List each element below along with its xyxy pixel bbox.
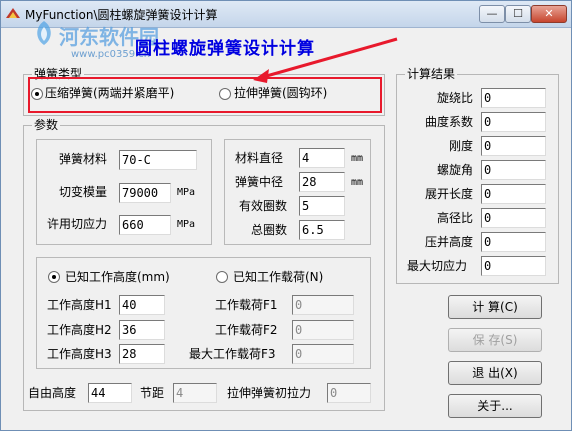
minimize-button[interactable]: — [479, 5, 505, 23]
active-coils-label: 有效圈数 [239, 199, 288, 213]
h3-input[interactable]: 28 [119, 344, 165, 364]
minimize-icon: — [486, 7, 498, 20]
result-value-length[interactable]: 0 [481, 184, 546, 204]
f3-label: 最大工作载荷F3 [189, 347, 276, 361]
wire-dia-label: 材料直径 [235, 151, 284, 165]
result-value-stiffness[interactable]: 0 [481, 136, 546, 156]
allow-stress-unit: MPa [177, 219, 196, 230]
h1-label: 工作高度H1 [47, 298, 112, 312]
f1-input[interactable]: 0 [292, 295, 354, 315]
main-window: MyFunction\圆柱螺旋弹簧设计计算 — ☐ ✕ 河东软件园 www.pc… [0, 0, 572, 431]
active-coils-input[interactable]: 5 [299, 196, 345, 216]
allow-stress-label: 许用切应力 [47, 217, 108, 231]
app-icon [6, 8, 20, 18]
params-legend: 参数 [32, 118, 61, 132]
allow-stress-input[interactable]: 660 [119, 215, 171, 235]
result-value-solid-height[interactable]: 0 [481, 232, 546, 252]
f3-input[interactable]: 0 [292, 344, 354, 364]
result-label-stiffness: 刚度 [449, 139, 474, 153]
result-value-spring-index[interactable]: 0 [481, 88, 546, 108]
h2-input[interactable]: 36 [119, 320, 165, 340]
pitch-input[interactable]: 4 [173, 383, 217, 403]
result-label-curvature: 曲度系数 [425, 115, 474, 129]
f2-label: 工作载荷F2 [215, 323, 278, 337]
shear-modulus-unit: MPa [177, 187, 196, 198]
free-height-input[interactable]: 44 [88, 383, 132, 403]
material-label: 弹簧材料 [59, 152, 108, 166]
mean-dia-unit: mm [351, 177, 364, 188]
maximize-button[interactable]: ☐ [505, 5, 531, 23]
result-value-slenderness[interactable]: 0 [481, 208, 546, 228]
mean-dia-label: 弹簧中径 [235, 175, 284, 189]
annotation-highlight-box [28, 77, 382, 113]
result-label-slenderness: 高径比 [437, 211, 474, 225]
result-value-max-stress[interactable]: 0 [481, 256, 546, 276]
wire-dia-unit: mm [351, 153, 364, 164]
init-tension-input[interactable]: 0 [327, 383, 371, 403]
page-heading: 圆柱螺旋弹簧设计计算 [135, 39, 315, 59]
about-button[interactable]: 关于... [448, 394, 542, 418]
result-value-curvature[interactable]: 0 [481, 112, 546, 132]
result-label-max-stress: 最大切应力 [407, 259, 468, 273]
f2-input[interactable]: 0 [292, 320, 354, 340]
free-height-label: 自由高度 [28, 386, 77, 400]
init-tension-label: 拉伸弹簧初拉力 [227, 386, 312, 400]
radio-known-load[interactable] [216, 271, 228, 283]
wire-dia-input[interactable]: 4 [299, 148, 345, 168]
calculate-button[interactable]: 计 算(C) [448, 295, 542, 319]
maximize-icon: ☐ [513, 7, 523, 20]
shear-modulus-label: 切变模量 [59, 185, 108, 199]
radio-known-load-label[interactable]: 已知工作载荷(N) [233, 269, 323, 285]
mean-dia-input[interactable]: 28 [299, 172, 345, 192]
result-label-helix-angle: 螺旋角 [437, 163, 474, 177]
result-label-solid-height: 压并高度 [425, 235, 474, 249]
h1-input[interactable]: 40 [119, 295, 165, 315]
f1-label: 工作载荷F1 [215, 298, 278, 312]
result-value-helix-angle[interactable]: 0 [481, 160, 546, 180]
results-legend: 计算结果 [405, 67, 458, 81]
close-icon: ✕ [544, 7, 554, 20]
radio-known-height[interactable] [48, 271, 60, 283]
watermark-logo-icon [37, 21, 51, 45]
h2-label: 工作高度H2 [47, 323, 112, 337]
shear-modulus-input[interactable]: 79000 [119, 183, 171, 203]
total-coils-label: 总圈数 [251, 223, 288, 237]
radio-selected-dot [52, 275, 56, 279]
material-input[interactable]: 70-C [119, 150, 197, 170]
result-label-length: 展开长度 [425, 187, 474, 201]
radio-known-height-label[interactable]: 已知工作高度(mm) [65, 269, 170, 285]
exit-button[interactable]: 退 出(X) [448, 361, 542, 385]
result-label-spring-index: 旋绕比 [437, 91, 474, 105]
save-button[interactable]: 保 存(S) [448, 328, 542, 352]
total-coils-input[interactable]: 6.5 [299, 220, 345, 240]
h3-label: 工作高度H3 [47, 347, 112, 361]
close-button[interactable]: ✕ [531, 5, 567, 23]
pitch-label: 节距 [140, 386, 165, 400]
